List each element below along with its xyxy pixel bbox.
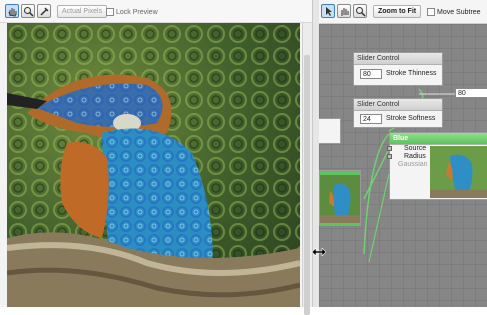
zoom-icon: [24, 7, 34, 17]
preview-toolbar: Actual Pixels Lock Preview: [0, 0, 316, 23]
preview-image: [7, 23, 300, 307]
graph-hand-button[interactable]: [337, 4, 351, 18]
offscreen-value-field[interactable]: 80: [455, 88, 487, 98]
radius-input-label: Radius: [404, 153, 426, 160]
source-thumbnail: [320, 175, 360, 223]
preview-scrollbar[interactable]: [302, 23, 312, 315]
radius-pin[interactable]: [387, 154, 392, 159]
graph-toolbar: Zoom to Fit Move Subtree: [319, 0, 487, 24]
lock-preview-checkbox[interactable]: [106, 8, 114, 16]
eyedropper-icon: [40, 7, 49, 16]
hand-icon: [341, 8, 349, 16]
move-subtree-checkbox[interactable]: [427, 8, 435, 16]
slider-control-1-title: Slider Control: [354, 53, 442, 65]
stroke-softness-label: Stroke Softness: [386, 115, 436, 122]
move-subtree-label: Move Subtree: [437, 9, 481, 16]
eyedropper-tool-button[interactable]: [37, 4, 51, 18]
graph-canvas[interactable]: Slider Control 80 Stroke Thinness Slider…: [319, 24, 487, 307]
zoom-tool-button[interactable]: [21, 4, 35, 18]
stroke-thinness-input[interactable]: 80: [360, 69, 382, 79]
source-input-label: Source: [404, 145, 427, 152]
hand-tool-button[interactable]: [5, 4, 19, 18]
kingfisher-thumbnail: [430, 146, 487, 198]
slider-control-2-title: Slider Control: [354, 99, 442, 111]
source-image-node[interactable]: [319, 170, 361, 226]
source-pin[interactable]: [387, 146, 392, 151]
lock-preview-label: Lock Preview: [116, 9, 158, 16]
kingfisher-painting: [7, 23, 300, 307]
resize-cursor-icon: [312, 248, 326, 256]
hand-icon: [8, 8, 17, 17]
blue-node-title: Blue: [390, 133, 487, 145]
actual-pixels-button[interactable]: Actual Pixels: [57, 5, 108, 18]
slider-control-node-2[interactable]: Slider Control 24 Stroke Softness: [353, 98, 443, 128]
gaussian-input-label: Gaussian: [398, 161, 428, 168]
slider-control-node-1[interactable]: Slider Control 80 Stroke Thinness: [353, 52, 443, 86]
stroke-thinness-label: Stroke Thinness: [386, 70, 437, 77]
partial-node-left[interactable]: [319, 118, 341, 144]
preview-pane: Actual Pixels Lock Preview: [0, 0, 316, 315]
pointer-icon: [326, 7, 332, 16]
zoom-to-fit-button[interactable]: Zoom to Fit: [373, 5, 422, 18]
blue-node-thumbnail: [430, 146, 487, 198]
node-graph-pane: Zoom to Fit Move Subtree Slider Control …: [319, 0, 487, 307]
zoom-icon: [356, 7, 366, 17]
stroke-softness-input[interactable]: 24: [360, 114, 382, 124]
graph-pointer-button[interactable]: [321, 4, 335, 18]
blue-node[interactable]: Blue Source Radius Gaussian: [387, 132, 487, 200]
preview-scrollbar-thumb[interactable]: [304, 55, 310, 315]
graph-zoom-button[interactable]: [353, 4, 367, 18]
